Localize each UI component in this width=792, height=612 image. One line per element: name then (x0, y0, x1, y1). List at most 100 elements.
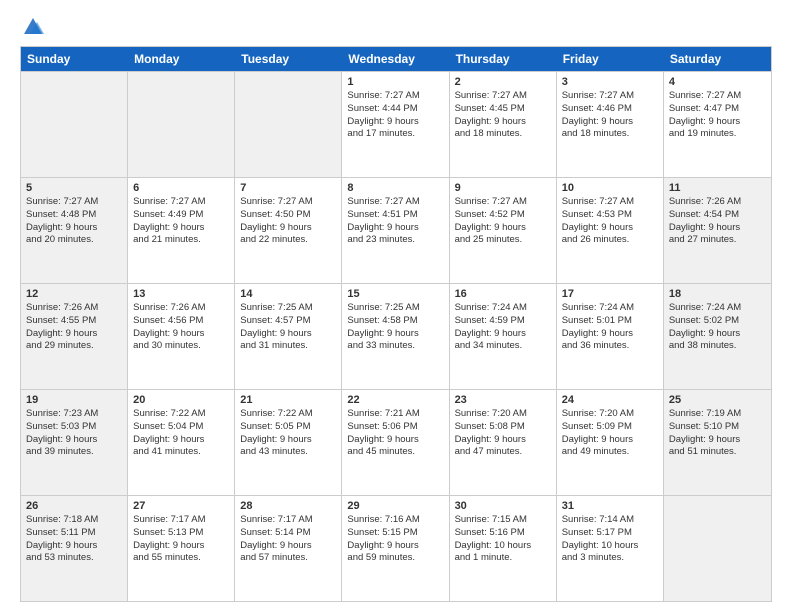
day-info: Sunrise: 7:27 AMSunset: 4:44 PMDaylight:… (347, 90, 443, 141)
calendar-cell-day-22: 22Sunrise: 7:21 AMSunset: 5:06 PMDayligh… (342, 390, 449, 495)
calendar-cell-day-29: 29 Sunrise: 7:16 AMSunset: 5:15 PMDayligh… (342, 496, 449, 601)
calendar-cell-day-3: 3Sunrise: 7:27 AMSunset: 4:46 PMDaylight… (557, 72, 664, 177)
day-header-sunday: Sunday (21, 47, 128, 71)
calendar-row-5: 26 Sunrise: 7:18 AMSunset: 5:11 PMDayligh… (21, 495, 771, 601)
page: SundayMondayTuesdayWednesdayThursdayFrid… (0, 0, 792, 612)
calendar-cell-day-10: 10Sunrise: 7:27 AMSunset: 4:53 PMDayligh… (557, 178, 664, 283)
calendar-cell-day-17: 17 Sunrise: 7:24 AMSunset: 5:01 PMDayligh… (557, 284, 664, 389)
day-number: 30 (455, 500, 551, 512)
day-number: 4 (669, 76, 766, 88)
calendar-cell-empty (128, 72, 235, 177)
day-info: Sunrise: 7:26 AMSunset: 4:54 PMDaylight:… (669, 196, 766, 247)
calendar-cell-day-27: 27 Sunrise: 7:17 AMSunset: 5:13 PMDayligh… (128, 496, 235, 601)
day-header-tuesday: Tuesday (235, 47, 342, 71)
day-number: 6 (133, 182, 229, 194)
calendar-cell-day-7: 7 Sunrise: 7:27 AMSunset: 4:50 PMDaylight… (235, 178, 342, 283)
calendar-cell-empty (664, 496, 771, 601)
calendar-cell-empty (21, 72, 128, 177)
calendar-row-1: 1 Sunrise: 7:27 AMSunset: 4:44 PMDaylight… (21, 71, 771, 177)
day-number: 28 (240, 500, 336, 512)
day-number: 22 (347, 394, 443, 406)
header (20, 16, 772, 36)
calendar-cell-day-4: 4 Sunrise: 7:27 AMSunset: 4:47 PMDaylight… (664, 72, 771, 177)
calendar-cell-day-12: 12Sunrise: 7:26 AMSunset: 4:55 PMDayligh… (21, 284, 128, 389)
calendar-cell-day-23: 23 Sunrise: 7:20 AMSunset: 5:08 PMDayligh… (450, 390, 557, 495)
day-header-monday: Monday (128, 47, 235, 71)
calendar-cell-day-9: 9 Sunrise: 7:27 AMSunset: 4:52 PMDaylight… (450, 178, 557, 283)
day-number: 5 (26, 182, 122, 194)
calendar-cell-day-28: 28Sunrise: 7:17 AMSunset: 5:14 PMDayligh… (235, 496, 342, 601)
day-info: Sunrise: 7:27 AMSunset: 4:53 PMDaylight:… (562, 196, 658, 247)
calendar-cell-day-18: 18 Sunrise: 7:24 AMSunset: 5:02 PMDayligh… (664, 284, 771, 389)
day-number: 11 (669, 182, 766, 194)
calendar-cell-day-20: 20Sunrise: 7:22 AMSunset: 5:04 PMDayligh… (128, 390, 235, 495)
calendar-cell-day-31: 31Sunrise: 7:14 AMSunset: 5:17 PMDayligh… (557, 496, 664, 601)
calendar-cell-day-8: 8Sunrise: 7:27 AMSunset: 4:51 PMDaylight… (342, 178, 449, 283)
day-info: Sunrise: 7:25 AMSunset: 4:57 PMDaylight:… (240, 302, 336, 353)
calendar-cell-day-16: 16Sunrise: 7:24 AMSunset: 4:59 PMDayligh… (450, 284, 557, 389)
calendar-cell-day-19: 19Sunrise: 7:23 AMSunset: 5:03 PMDayligh… (21, 390, 128, 495)
calendar-cell-day-11: 11 Sunrise: 7:26 AMSunset: 4:54 PMDayligh… (664, 178, 771, 283)
day-header-saturday: Saturday (664, 47, 771, 71)
day-info: Sunrise: 7:27 AMSunset: 4:47 PMDaylight:… (669, 90, 766, 141)
calendar-cell-day-5: 5 Sunrise: 7:27 AMSunset: 4:48 PMDaylight… (21, 178, 128, 283)
calendar-cell-day-15: 15Sunrise: 7:25 AMSunset: 4:58 PMDayligh… (342, 284, 449, 389)
logo (20, 16, 44, 36)
calendar-cell-day-30: 30 Sunrise: 7:15 AMSunset: 5:16 PMDayligh… (450, 496, 557, 601)
day-info: Sunrise: 7:27 AMSunset: 4:49 PMDaylight:… (133, 196, 229, 247)
day-number: 27 (133, 500, 229, 512)
calendar-row-4: 19Sunrise: 7:23 AMSunset: 5:03 PMDayligh… (21, 389, 771, 495)
day-header-wednesday: Wednesday (342, 47, 449, 71)
day-number: 19 (26, 394, 122, 406)
day-number: 20 (133, 394, 229, 406)
day-info: Sunrise: 7:22 AMSunset: 5:05 PMDaylight:… (240, 408, 336, 459)
day-number: 26 (26, 500, 122, 512)
day-info: Sunrise: 7:27 AMSunset: 4:52 PMDaylight:… (455, 196, 551, 247)
day-info: Sunrise: 7:20 AMSunset: 5:08 PMDaylight:… (455, 408, 551, 459)
day-number: 14 (240, 288, 336, 300)
day-info: Sunrise: 7:18 AMSunset: 5:11 PMDaylight:… (26, 514, 122, 565)
day-number: 24 (562, 394, 658, 406)
day-info: Sunrise: 7:24 AMSunset: 5:02 PMDaylight:… (669, 302, 766, 353)
calendar-cell-day-24: 24 Sunrise: 7:20 AMSunset: 5:09 PMDayligh… (557, 390, 664, 495)
calendar-cell-day-6: 6 Sunrise: 7:27 AMSunset: 4:49 PMDaylight… (128, 178, 235, 283)
calendar-body: 1 Sunrise: 7:27 AMSunset: 4:44 PMDaylight… (21, 71, 771, 601)
day-info: Sunrise: 7:26 AMSunset: 4:56 PMDaylight:… (133, 302, 229, 353)
calendar-row-2: 5 Sunrise: 7:27 AMSunset: 4:48 PMDaylight… (21, 177, 771, 283)
calendar-row-3: 12Sunrise: 7:26 AMSunset: 4:55 PMDayligh… (21, 283, 771, 389)
day-number: 17 (562, 288, 658, 300)
day-header-friday: Friday (557, 47, 664, 71)
day-number: 12 (26, 288, 122, 300)
day-info: Sunrise: 7:17 AMSunset: 5:13 PMDaylight:… (133, 514, 229, 565)
day-info: Sunrise: 7:25 AMSunset: 4:58 PMDaylight:… (347, 302, 443, 353)
day-number: 13 (133, 288, 229, 300)
calendar-cell-day-2: 2 Sunrise: 7:27 AMSunset: 4:45 PMDaylight… (450, 72, 557, 177)
day-number: 25 (669, 394, 766, 406)
day-info: Sunrise: 7:27 AMSunset: 4:50 PMDaylight:… (240, 196, 336, 247)
day-number: 1 (347, 76, 443, 88)
day-number: 2 (455, 76, 551, 88)
calendar: SundayMondayTuesdayWednesdayThursdayFrid… (20, 46, 772, 602)
calendar-cell-empty (235, 72, 342, 177)
day-info: Sunrise: 7:27 AMSunset: 4:51 PMDaylight:… (347, 196, 443, 247)
day-info: Sunrise: 7:20 AMSunset: 5:09 PMDaylight:… (562, 408, 658, 459)
day-number: 21 (240, 394, 336, 406)
day-number: 9 (455, 182, 551, 194)
day-info: Sunrise: 7:14 AMSunset: 5:17 PMDaylight:… (562, 514, 658, 565)
day-number: 23 (455, 394, 551, 406)
day-info: Sunrise: 7:24 AMSunset: 5:01 PMDaylight:… (562, 302, 658, 353)
day-number: 18 (669, 288, 766, 300)
day-number: 7 (240, 182, 336, 194)
day-info: Sunrise: 7:27 AMSunset: 4:48 PMDaylight:… (26, 196, 122, 247)
day-number: 3 (562, 76, 658, 88)
day-number: 29 (347, 500, 443, 512)
calendar-cell-day-26: 26 Sunrise: 7:18 AMSunset: 5:11 PMDayligh… (21, 496, 128, 601)
day-info: Sunrise: 7:27 AMSunset: 4:45 PMDaylight:… (455, 90, 551, 141)
day-info: Sunrise: 7:16 AMSunset: 5:15 PMDaylight:… (347, 514, 443, 565)
calendar-header: SundayMondayTuesdayWednesdayThursdayFrid… (21, 47, 771, 71)
calendar-cell-day-13: 13 Sunrise: 7:26 AMSunset: 4:56 PMDayligh… (128, 284, 235, 389)
calendar-cell-day-1: 1 Sunrise: 7:27 AMSunset: 4:44 PMDaylight… (342, 72, 449, 177)
day-info: Sunrise: 7:19 AMSunset: 5:10 PMDaylight:… (669, 408, 766, 459)
day-info: Sunrise: 7:15 AMSunset: 5:16 PMDaylight:… (455, 514, 551, 565)
day-header-thursday: Thursday (450, 47, 557, 71)
